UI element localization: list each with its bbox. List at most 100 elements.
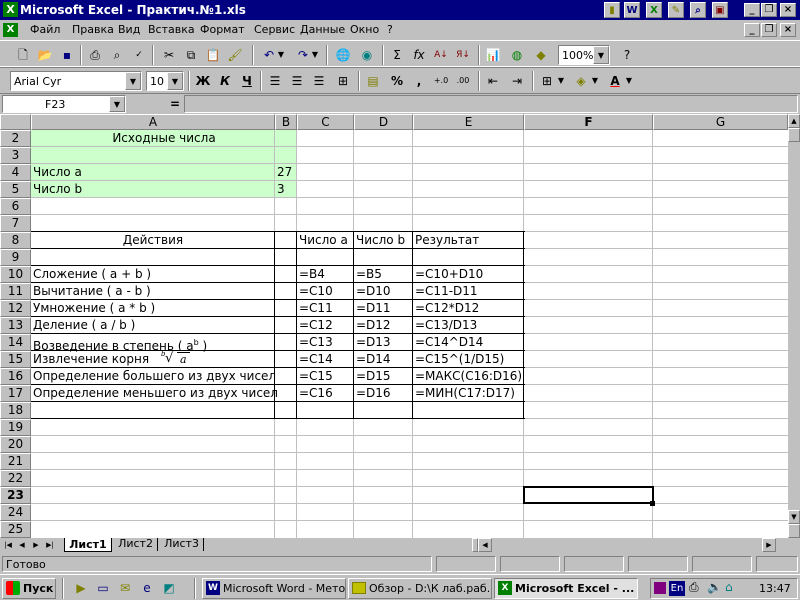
find-shortcut-icon[interactable]: ⌕ — [690, 2, 706, 18]
underline-button[interactable]: Ч — [236, 71, 258, 91]
minimize-workbook-button[interactable]: _ — [744, 23, 760, 37]
cell-c13[interactable]: =C12 — [297, 318, 333, 333]
horizontal-scrollbar[interactable] — [492, 538, 760, 552]
split-box[interactable] — [788, 524, 800, 538]
cell-c15[interactable]: =C14 — [297, 352, 333, 367]
tray-app-icon[interactable] — [654, 582, 666, 594]
minimize-window-button[interactable]: _ — [744, 3, 760, 17]
cell-a10[interactable]: Сложение ( a + b ) — [31, 267, 151, 282]
cell-d10[interactable]: =B5 — [354, 267, 382, 282]
cell-a5[interactable]: Число b — [31, 182, 82, 197]
print-preview-icon[interactable]: ⌕ — [106, 45, 128, 65]
cell-d15[interactable]: =D14 — [354, 352, 391, 367]
row-header[interactable]: 5 — [0, 181, 31, 198]
restore-window-button[interactable]: ❐ — [761, 3, 777, 17]
row-header[interactable]: 24 — [0, 504, 31, 521]
column-header-c[interactable]: C — [297, 114, 354, 130]
comma-style-button[interactable]: , — [408, 71, 430, 91]
cell-a17[interactable]: Определение меньшего из двух чисел — [31, 386, 278, 401]
row-header[interactable]: 22 — [0, 470, 31, 487]
chart-wizard-icon[interactable]: 📊 — [482, 45, 504, 65]
menu-insert[interactable]: Вставка — [148, 23, 195, 36]
insert-hyperlink-icon[interactable]: 🌐 — [332, 45, 354, 65]
fill-color-icon[interactable]: ◈ — [570, 71, 592, 91]
cell-e12[interactable]: =C12*D12 — [413, 301, 479, 316]
row-header[interactable]: 6 — [0, 198, 31, 215]
column-header-f[interactable]: F — [524, 114, 653, 130]
start-button[interactable]: Пуск — [2, 578, 56, 599]
chevron-down-icon[interactable]: ▼ — [125, 72, 141, 90]
sort-descending-icon[interactable]: Я↓ — [452, 45, 474, 65]
font-name-select[interactable]: Arial Cyr ▼ — [10, 71, 142, 91]
cell-c10[interactable]: =B4 — [297, 267, 325, 282]
row-header[interactable]: 2 — [0, 130, 31, 147]
paste-function-icon[interactable]: fx — [408, 45, 430, 65]
excel-shortcut-icon[interactable]: X — [646, 2, 662, 18]
cell-d14[interactable]: =D13 — [354, 335, 391, 350]
close-workbook-button[interactable]: × — [780, 23, 796, 37]
row-header[interactable]: 18 — [0, 402, 31, 419]
office-shortcut-icon-1[interactable]: ▮ — [604, 2, 620, 18]
paste-icon[interactable]: 📋 — [202, 45, 224, 65]
row-header[interactable]: 14 — [0, 334, 31, 351]
column-header-a[interactable]: A — [31, 114, 275, 130]
row-header[interactable]: 9 — [0, 249, 31, 266]
scroll-up-arrow-icon[interactable]: ▲ — [788, 114, 800, 128]
font-color-dropdown-icon[interactable]: ▼ — [624, 71, 634, 91]
font-size-select[interactable]: 10 ▼ — [146, 71, 184, 91]
chevron-down-icon[interactable]: ▼ — [109, 96, 125, 112]
language-indicator[interactable]: En — [669, 581, 685, 596]
last-sheet-arrow-icon[interactable]: ▶| — [44, 539, 56, 551]
row-header[interactable]: 21 — [0, 453, 31, 470]
sheet-tab-1[interactable]: Лист1 — [64, 538, 112, 552]
cell-c14[interactable]: =C13 — [297, 335, 333, 350]
row-header[interactable]: 20 — [0, 436, 31, 453]
desktop-icon[interactable]: ▭ — [92, 578, 114, 598]
currency-icon[interactable]: ▤ — [362, 71, 384, 91]
network-icon[interactable]: ⌂ — [725, 580, 733, 594]
close-window-button[interactable]: × — [780, 3, 796, 17]
percent-button[interactable]: % — [386, 71, 408, 91]
cell-e14[interactable]: =C14^D14 — [413, 335, 483, 350]
menu-view[interactable]: Вид — [118, 23, 140, 36]
bold-button[interactable]: Ж — [192, 71, 214, 91]
cell-a11[interactable]: Вычитание ( a - b ) — [31, 284, 151, 299]
next-sheet-arrow-icon[interactable]: ▶ — [30, 539, 42, 551]
tools-shortcut-icon[interactable]: ✎ — [668, 2, 684, 18]
cell-b4[interactable]: 27 — [275, 165, 292, 180]
restore-workbook-button[interactable]: ❐ — [761, 23, 777, 37]
font-color-icon[interactable]: A — [604, 71, 626, 91]
cell-d12[interactable]: =D11 — [354, 301, 391, 316]
media-player-icon[interactable]: ▶ — [70, 578, 92, 598]
chevron-down-icon[interactable]: ▼ — [593, 46, 609, 64]
cell-d13[interactable]: =D12 — [354, 318, 391, 333]
row-header[interactable]: 3 — [0, 147, 31, 164]
cell-e11[interactable]: =C11-D11 — [413, 284, 478, 299]
spelling-icon[interactable]: ✓ — [128, 45, 150, 65]
format-painter-icon[interactable]: 🖌 — [224, 45, 246, 65]
cell-c8[interactable]: Число a — [297, 233, 348, 248]
cell-e16[interactable]: =МАКС(C16:D16) — [413, 369, 522, 384]
chevron-down-icon[interactable]: ▼ — [167, 72, 183, 90]
scroll-left-arrow-icon[interactable]: ◀ — [478, 538, 492, 552]
fill-color-dropdown-icon[interactable]: ▼ — [590, 71, 600, 91]
map-icon[interactable]: ◍ — [506, 45, 528, 65]
prev-sheet-arrow-icon[interactable]: ◀ — [16, 539, 28, 551]
italic-button[interactable]: К — [214, 71, 236, 91]
redo-dropdown-icon[interactable]: ▼ — [310, 45, 320, 65]
zoom-select[interactable]: 100% ▼ — [558, 45, 610, 65]
cell-a2[interactable]: Исходные числа — [31, 131, 297, 146]
web-toolbar-icon[interactable]: ◉ — [356, 45, 378, 65]
speaker-icon[interactable]: 🔈 — [707, 580, 722, 594]
row-header[interactable]: 17 — [0, 385, 31, 402]
merge-center-icon[interactable]: ⊞ — [332, 71, 354, 91]
formula-input[interactable] — [184, 95, 798, 113]
row-header[interactable]: 12 — [0, 300, 31, 317]
menu-data[interactable]: Данные — [300, 23, 345, 36]
clock[interactable]: 13:47 — [759, 582, 791, 595]
cell-d16[interactable]: =D15 — [354, 369, 391, 384]
column-header-g[interactable]: G — [653, 114, 788, 130]
active-cell-selection[interactable] — [523, 486, 654, 504]
row-header[interactable]: 11 — [0, 283, 31, 300]
office-assistant-icon[interactable]: ? — [616, 45, 638, 65]
